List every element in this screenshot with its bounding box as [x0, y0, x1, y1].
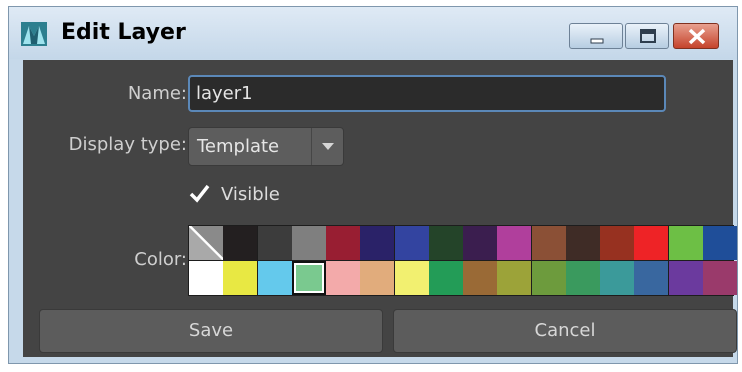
color-swatch[interactable] — [565, 261, 600, 295]
name-input[interactable] — [188, 75, 666, 112]
color-swatch[interactable] — [531, 226, 566, 260]
color-swatch[interactable] — [189, 261, 223, 295]
color-swatch[interactable] — [257, 261, 292, 295]
color-swatch[interactable] — [257, 226, 292, 260]
color-swatch-none[interactable] — [189, 226, 223, 260]
minimize-button[interactable] — [569, 23, 623, 49]
color-swatch[interactable] — [223, 226, 258, 260]
color-swatch[interactable] — [394, 261, 429, 295]
window-title: Edit Layer — [61, 20, 186, 45]
color-swatch[interactable] — [326, 261, 360, 295]
edit-layer-window: Edit Layer Name: Display type: Template … — [8, 6, 738, 364]
save-button[interactable]: Save — [39, 309, 383, 353]
dropdown-arrow-button[interactable] — [311, 128, 344, 165]
visible-checkbox[interactable] — [188, 183, 210, 205]
color-swatch[interactable] — [428, 261, 463, 295]
checkmark-icon — [189, 184, 210, 203]
color-swatch[interactable] — [702, 226, 737, 260]
dialog-body: Name: Display type: Template Visible Col… — [23, 60, 737, 357]
title-bar[interactable]: Edit Layer — [9, 7, 737, 59]
maximize-button[interactable] — [625, 23, 669, 49]
maya-app-icon — [21, 22, 47, 46]
color-label: Color: — [134, 249, 187, 270]
color-swatch[interactable] — [634, 261, 669, 295]
display-type-dropdown[interactable]: Template — [188, 127, 344, 166]
color-swatch[interactable] — [497, 226, 532, 260]
color-swatch[interactable] — [326, 226, 360, 260]
color-swatch[interactable] — [702, 261, 737, 295]
color-swatch[interactable] — [634, 226, 669, 260]
color-swatch[interactable] — [360, 261, 395, 295]
display-type-value: Template — [197, 136, 280, 157]
color-swatch[interactable] — [291, 226, 326, 260]
color-swatch[interactable] — [463, 261, 497, 295]
color-swatch[interactable] — [360, 226, 395, 260]
cancel-button[interactable]: Cancel — [393, 309, 737, 353]
visible-label: Visible — [221, 184, 280, 205]
name-label: Name: — [127, 83, 187, 104]
close-button[interactable] — [673, 23, 719, 49]
color-swatch[interactable] — [394, 226, 429, 260]
color-swatch[interactable] — [531, 261, 566, 295]
minimize-icon — [590, 38, 604, 44]
color-swatch[interactable] — [668, 261, 703, 295]
color-swatch[interactable] — [600, 226, 634, 260]
maximize-icon — [640, 29, 656, 43]
color-swatch[interactable] — [463, 226, 497, 260]
close-icon — [688, 28, 706, 45]
color-swatch[interactable] — [291, 261, 326, 295]
chevron-down-icon — [322, 143, 334, 150]
display-type-label: Display type: — [68, 134, 187, 155]
color-swatch[interactable] — [600, 261, 634, 295]
color-swatch[interactable] — [497, 261, 532, 295]
color-palette — [188, 225, 737, 296]
color-swatch[interactable] — [223, 261, 258, 295]
color-swatch[interactable] — [428, 226, 463, 260]
color-swatch[interactable] — [565, 226, 600, 260]
color-swatch[interactable] — [668, 226, 703, 260]
